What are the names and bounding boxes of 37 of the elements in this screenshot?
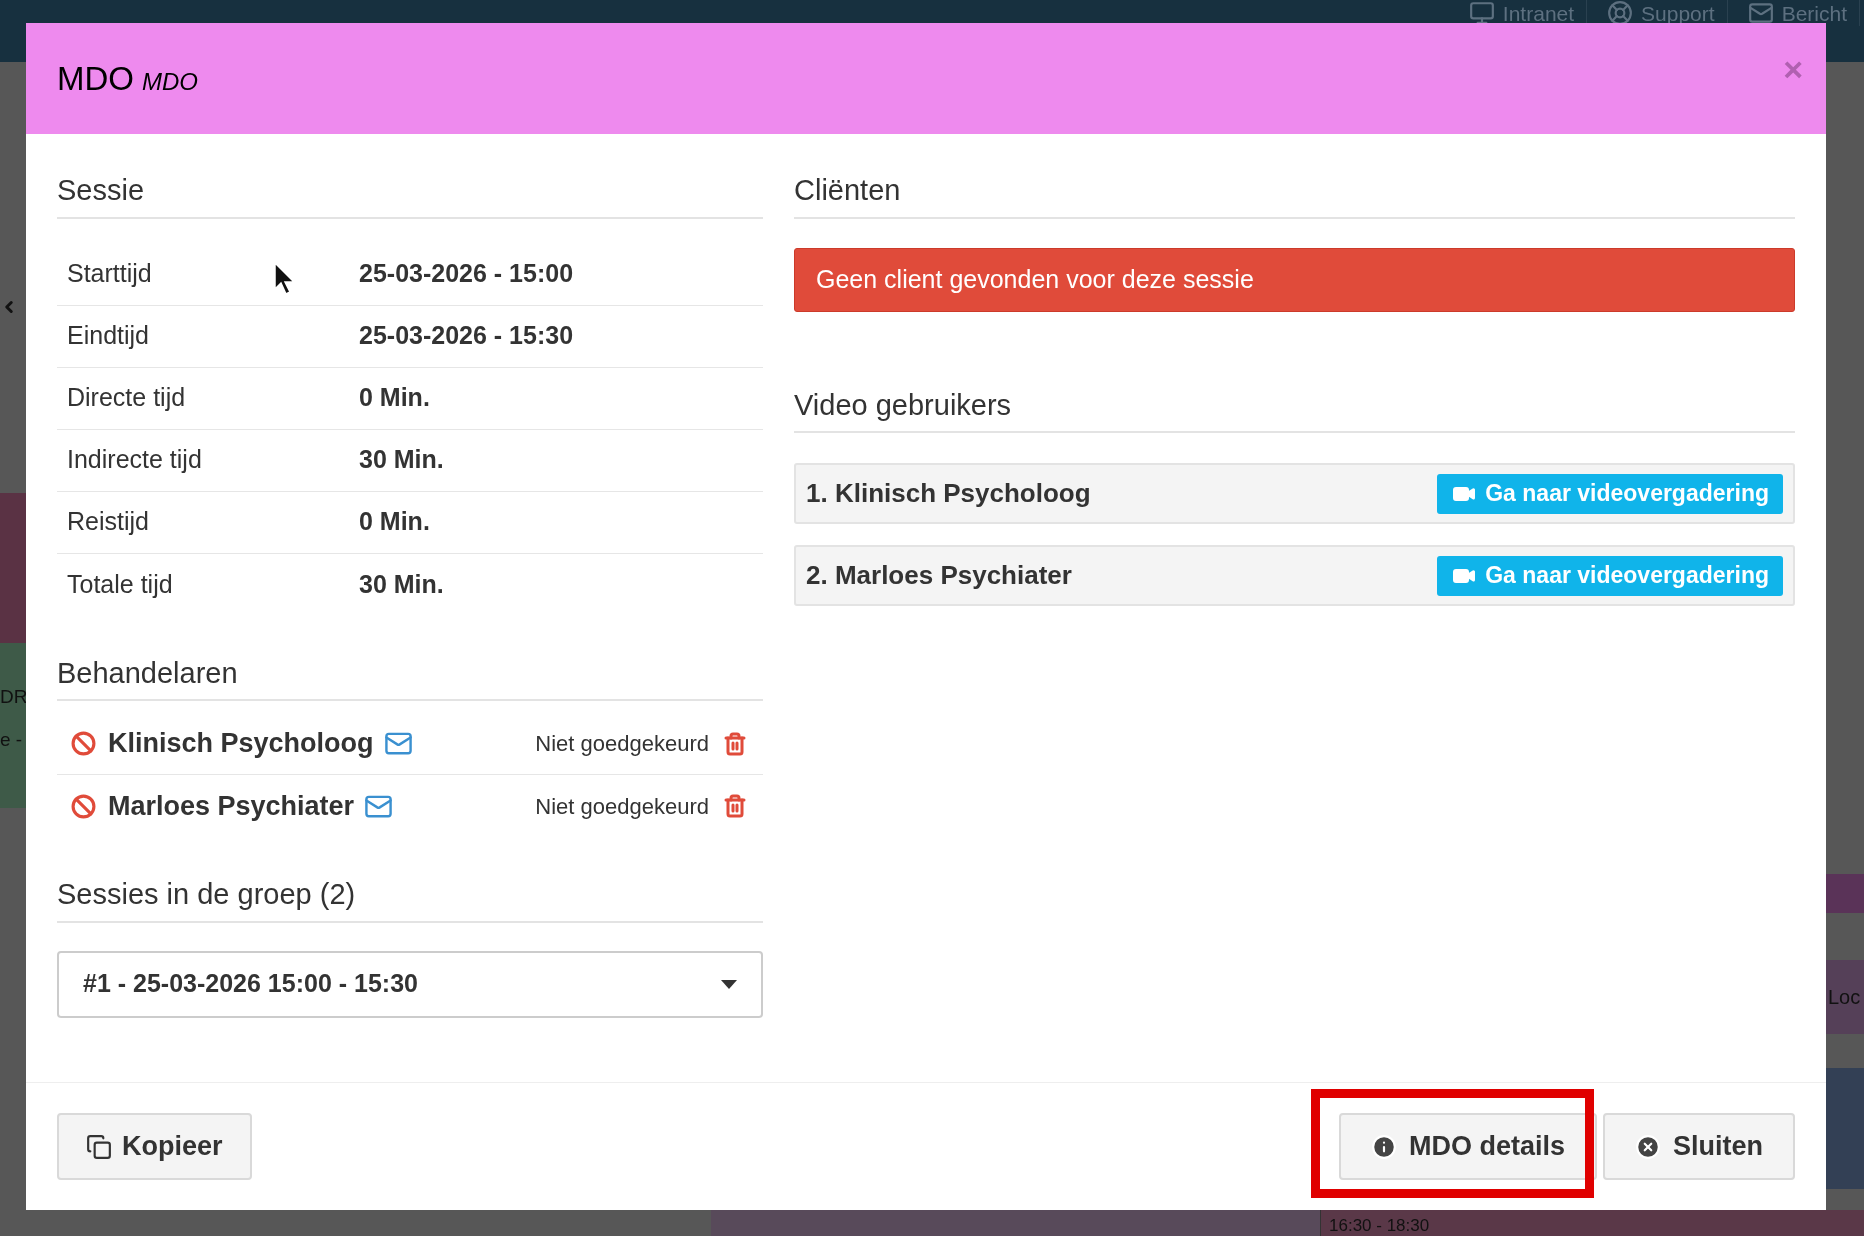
event-text: DR — [0, 685, 26, 709]
video-user-name: 1. Klinisch Psycholoog — [806, 477, 1091, 510]
session-select[interactable]: #1 - 25-03-2026 15:00 - 15:30 — [57, 950, 763, 1018]
event-text: e - — [0, 727, 24, 752]
section-heading: Behandelaren — [57, 651, 763, 701]
row-value: 25-03-2026 - 15:30 — [359, 320, 574, 352]
video-call-button[interactable]: Ga naar videovergadering — [1437, 473, 1783, 514]
row-value: 0 Min. — [359, 506, 430, 538]
copy-button[interactable]: Kopieer — [57, 1113, 252, 1180]
section-heading: Cliënten — [794, 169, 1795, 219]
row-label: Directe tijd — [67, 383, 186, 412]
row-label: Eindtijd — [67, 321, 149, 350]
row-value: 0 Min. — [359, 382, 430, 414]
video-user-name: 2. Marloes Psychiater — [806, 559, 1072, 592]
footer-button[interactable]: MDO details — [1338, 1113, 1597, 1180]
section-heading: Video gebruikers — [794, 383, 1795, 433]
section-heading: Sessies in de groep (2) — [57, 873, 763, 923]
row-label: Indirecte tijd — [67, 445, 202, 474]
modal-title: MDO — [57, 58, 134, 99]
alert-message: Geen client gevonden voor deze sessie — [794, 247, 1795, 312]
video-call-button[interactable]: Ga naar videovergadering — [1437, 555, 1783, 596]
event-text: 16:30 - 18:30 — [1329, 1216, 1430, 1235]
row-label: Starttijd — [67, 259, 152, 288]
practitioner-name: Marloes Psychiater — [108, 789, 355, 823]
row-label: Reistijd — [67, 507, 149, 536]
practitioner-name: Klinisch Psycholoog — [108, 727, 374, 761]
row-label: Totale tijd — [67, 569, 173, 598]
close-button[interactable]: × — [1783, 51, 1803, 86]
footer-button[interactable]: Sluiten — [1603, 1113, 1795, 1180]
section-heading: Sessie — [57, 169, 763, 219]
approval-status: Niet goedgekeurd — [535, 792, 709, 821]
approval-status: Niet goedgekeurd — [535, 730, 709, 758]
modal-subtitle: MDO — [142, 66, 198, 97]
row-value: 30 Min. — [359, 568, 444, 600]
row-value: 30 Min. — [359, 444, 444, 476]
event-text: Loc — [1827, 985, 1861, 1010]
row-value: 25-03-2026 - 15:00 — [359, 258, 574, 290]
